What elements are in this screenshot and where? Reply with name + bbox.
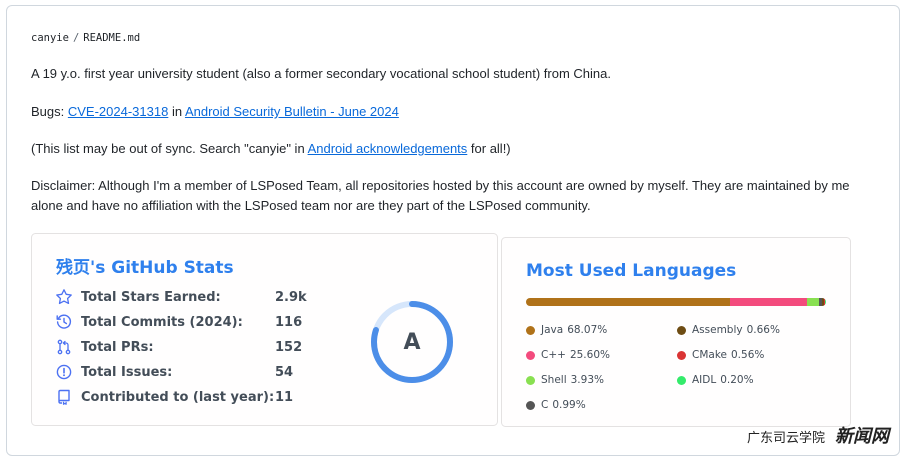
lang-bar-segment-aidl [825,298,826,306]
language-percent: 68.07% [567,324,608,336]
language-item: C++ 25.60% [526,349,610,361]
language-name: C++ [541,349,566,361]
watermark: 广东司云学院 新闻网 [747,422,889,448]
watermark-text-b: 新闻网 [835,426,890,447]
rank-circle: A [370,300,454,384]
repo-icon [56,389,72,405]
language-name: CMake [692,349,727,361]
disclaimer-paragraph: Disclaimer: Although I'm a member of LSP… [31,178,850,213]
stat-row-commits: Total Commits (2024): 116 [56,312,302,332]
pull-request-icon [56,339,72,355]
language-item: Shell 3.93% [526,374,604,386]
stats-card-title: 残页's GitHub Stats [56,258,234,278]
stat-label: Total Stars Earned: [81,289,221,305]
stat-label: Total PRs: [81,339,154,355]
lang-bar-segment-c- [730,298,807,306]
language-dot-icon [526,400,535,410]
path-user-link[interactable]: canyie [31,32,69,44]
stat-row-issues: Total Issues: 54 [56,362,293,382]
stat-value: 54 [275,364,294,380]
stat-row-contributed: Contributed to (last year): 11 [56,387,293,407]
language-dot-icon [526,350,535,360]
language-item: Assembly 0.66% [677,324,780,336]
language-dot-icon [526,375,535,385]
readme-path: canyie / README.md [31,32,140,44]
stat-row-stars: Total Stars Earned: 2.9k [56,287,307,307]
history-icon [56,314,72,330]
issue-icon [56,364,72,380]
language-name: AIDL [692,374,717,386]
github-stats-card[interactable]: 残页's GitHub Stats Total Stars Earned: 2.… [31,233,498,426]
stat-value: 11 [275,389,294,405]
stat-value: 2.9k [275,289,307,305]
bugs-paragraph: Bugs: CVE-2024-31318 in Android Security… [31,102,881,122]
language-dot-icon [677,375,686,385]
language-dot-icon [677,325,686,335]
star-icon [56,289,72,305]
lang-bar-segment-shell [806,298,819,306]
intro-paragraph: A 19 y.o. first year university student … [31,66,611,81]
language-dot-icon [526,325,535,335]
bugs-in: in [168,104,185,119]
language-item: AIDL 0.20% [677,374,754,386]
readme-container: canyie / README.md A 19 y.o. first year … [6,5,900,456]
stat-value: 152 [275,339,303,355]
bugs-prefix: Bugs: [31,104,68,119]
path-file: README.md [83,32,141,44]
sync-prefix: (This list may be out of sync. Search "c… [31,141,308,156]
language-percent: 0.66% [746,324,780,336]
sync-suffix: for all!) [467,141,511,156]
language-percent: 0.99% [552,399,586,411]
stat-label: Total Commits (2024): [81,314,243,330]
lang-card-title: Most Used Languages [526,261,737,281]
acknowledgements-link[interactable]: Android acknowledgements [308,141,468,156]
top-languages-card[interactable]: Most Used Languages Java 68.07% C++ 25.60% S… [501,237,851,427]
bulletin-link[interactable]: Android Security Bulletin - June 2024 [185,104,399,119]
language-name: C [541,399,549,411]
path-separator: / [72,32,80,44]
rank-letter: A [403,329,421,355]
stat-label: Total Issues: [81,364,173,380]
language-item: Java 68.07% [526,324,607,336]
language-item: CMake 0.56% [677,349,764,361]
language-name: Shell [541,374,567,386]
stat-value: 116 [275,314,303,330]
lang-bar-segment-java [526,298,731,306]
language-percent: 25.60% [569,349,610,361]
sync-paragraph: (This list may be out of sync. Search "c… [31,139,881,159]
language-item: C 0.99% [526,399,586,411]
language-percent: 0.20% [720,374,754,386]
language-name: Assembly [692,324,743,336]
watermark-text-a: 广东司云学院 [747,431,826,446]
language-percent: 3.93% [570,374,604,386]
stat-row-prs: Total PRs: 152 [56,337,302,357]
language-progress-bar [526,298,826,306]
cve-link[interactable]: CVE-2024-31318 [68,104,168,119]
language-name: Java [541,324,564,336]
stat-label: Contributed to (last year): [81,389,275,405]
language-dot-icon [677,350,686,360]
language-percent: 0.56% [731,349,765,361]
